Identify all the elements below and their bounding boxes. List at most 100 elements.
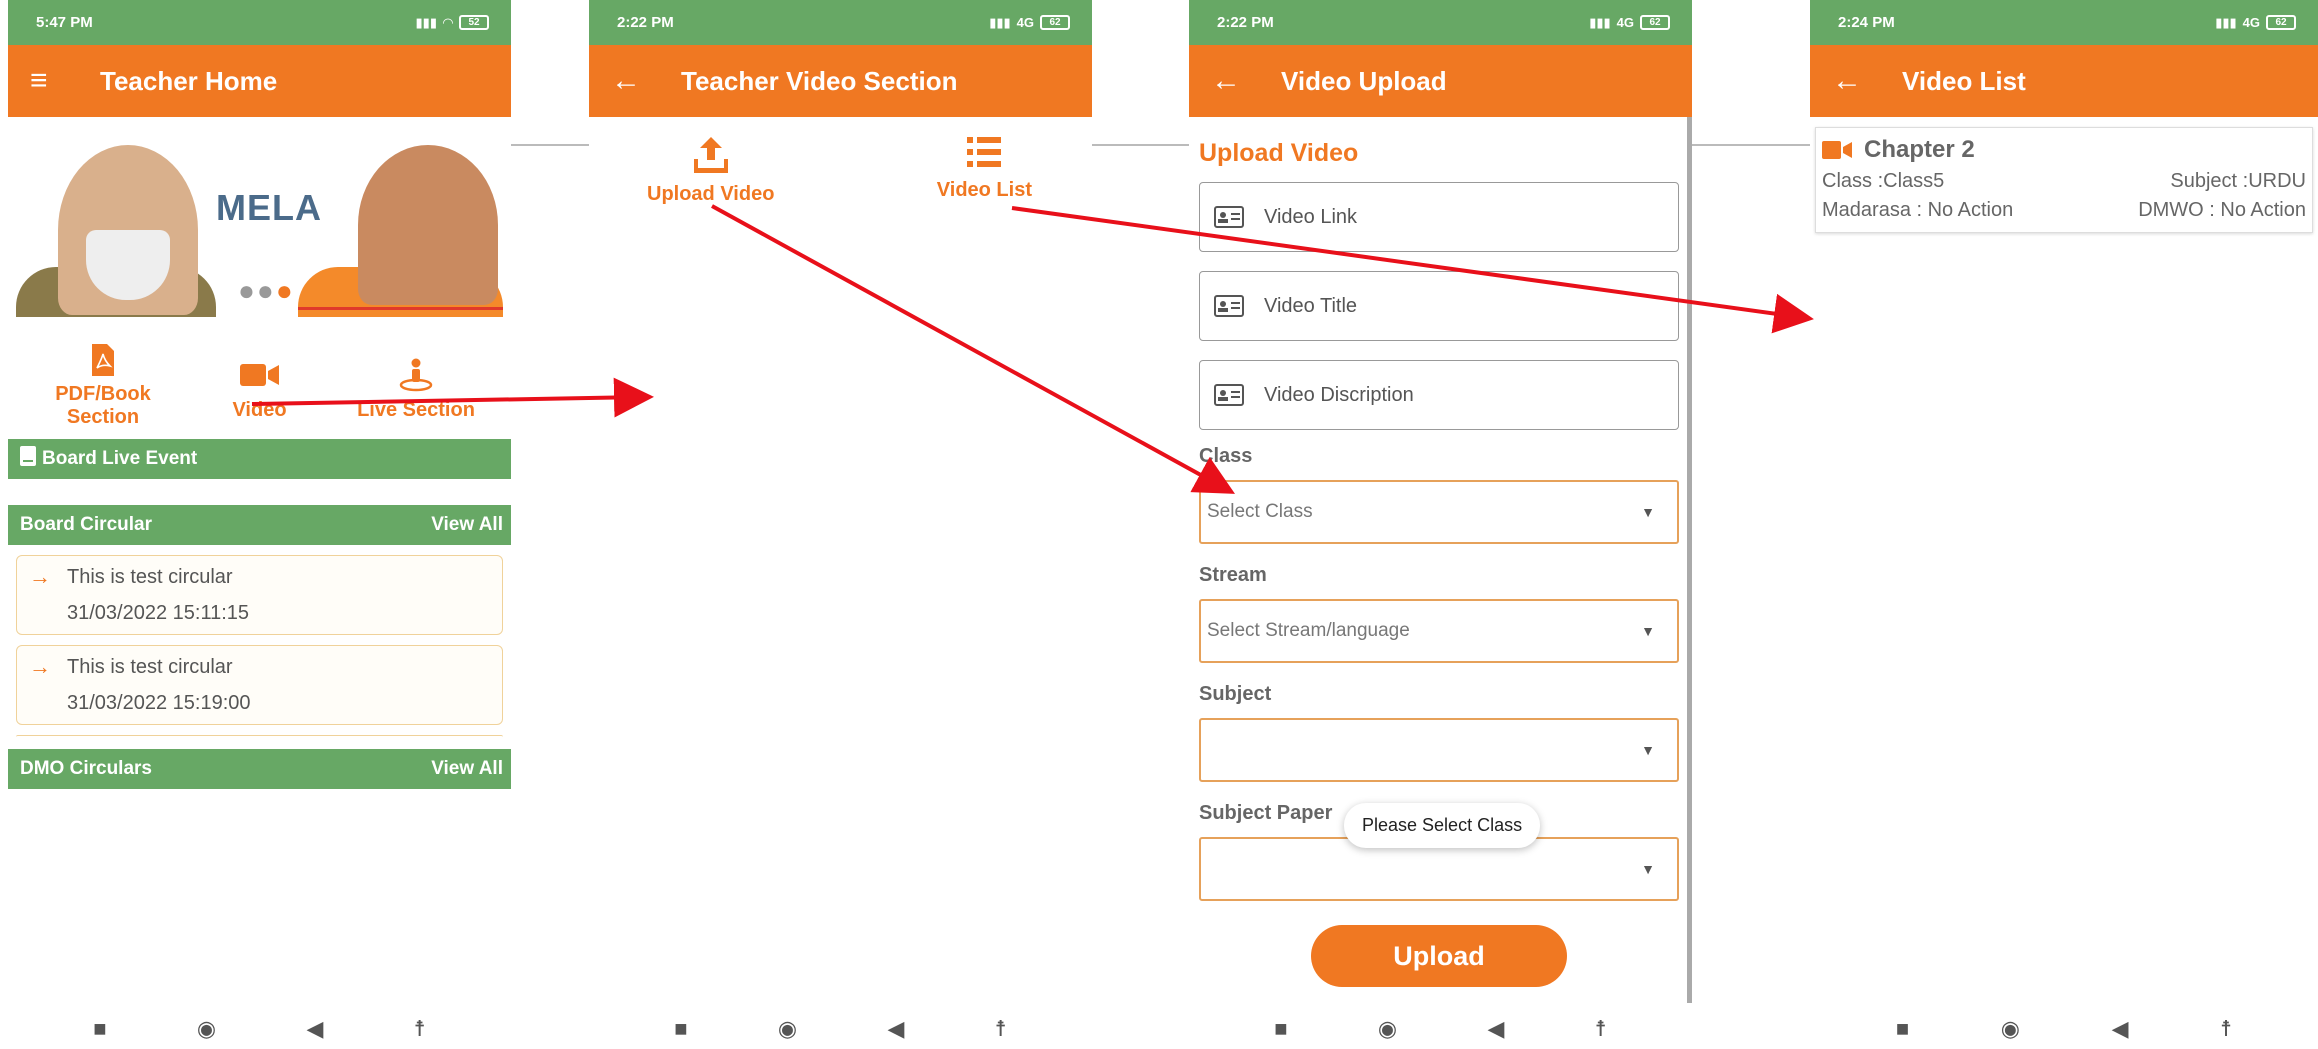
recents-icon[interactable]: ■ [674, 1016, 687, 1042]
app-bar: ≡ Teacher Home [8, 45, 511, 117]
app-bar: ← Teacher Video Section [589, 45, 1092, 117]
accessibility-icon[interactable]: ☨ [2220, 1016, 2232, 1042]
upload-video-button[interactable]: Upload Video [647, 137, 774, 206]
circular-title: This is test circular [67, 565, 233, 588]
pdf-icon [90, 337, 116, 383]
page-title: Teacher Video Section [681, 65, 958, 96]
recents-icon[interactable]: ■ [93, 1016, 106, 1042]
home-icon[interactable]: ◉ [197, 1016, 216, 1042]
home-icon[interactable]: ◉ [1378, 1016, 1397, 1042]
live-section-button[interactable]: Live Section [341, 337, 491, 429]
app-bar: ← Video List [1810, 45, 2318, 117]
battery-icon: 52 [459, 15, 489, 30]
upload-button[interactable]: Upload [1311, 925, 1567, 987]
video-label: Video [232, 399, 287, 421]
recents-icon[interactable]: ■ [1896, 1016, 1909, 1042]
stream-label: Stream [1199, 564, 1267, 586]
board-circular-title: Board Circular [20, 514, 152, 535]
status-time: 2:22 PM [617, 14, 674, 31]
screen-teacher-video-section: 2:22 PM ▮▮▮ 4G 62 ← Teacher Video Sectio… [589, 0, 1092, 1049]
board-live-event-label: Board Live Event [42, 448, 198, 469]
home-menu: PDF/Book Section Video Live Section [8, 317, 511, 429]
status-bar: 2:22 PM ▮▮▮ 4G 62 [589, 0, 1092, 45]
id-card-icon [1214, 384, 1264, 406]
accessibility-icon[interactable]: ☨ [995, 1016, 1007, 1042]
board-live-event-bar[interactable]: Board Live Event [8, 439, 511, 479]
video-list-item[interactable]: Chapter 2 Class :Class5 Subject :URDU Ma… [1815, 127, 2313, 233]
system-nav-bar: ■ ◉ ◀ ☨ [589, 1009, 1092, 1049]
home-icon[interactable]: ◉ [2001, 1016, 2020, 1042]
form-heading: Upload Video [1199, 139, 1359, 167]
video-button[interactable]: Video [185, 337, 335, 429]
subject-select[interactable]: ▼ [1199, 718, 1679, 782]
dmo-circulars-header: DMO Circulars View All [8, 749, 511, 789]
back-icon[interactable]: ◀ [2112, 1016, 2129, 1042]
video-description-field[interactable]: Video Discription [1199, 360, 1679, 430]
circular-card[interactable]: → This is test circular 31/03/2022 15:19… [16, 645, 503, 725]
accessibility-icon[interactable]: ☨ [1595, 1016, 1607, 1042]
status-icons: ▮▮▮ ◠ 52 [416, 15, 489, 31]
video-name: Chapter 2 [1864, 136, 1975, 163]
circular-title: This is test circular [67, 655, 233, 678]
class-select-value: Select Class [1207, 501, 1313, 522]
portrait-left-image [58, 145, 198, 315]
video-link-placeholder: Video Link [1264, 205, 1358, 228]
view-all-link[interactable]: View All [431, 514, 503, 536]
battery-icon: 62 [1640, 15, 1670, 30]
book-icon [20, 446, 36, 472]
status-bar: 2:22 PM ▮▮▮ 4G 62 [1189, 0, 1692, 45]
signal-icon: ▮▮▮ [2215, 14, 2237, 30]
video-class: Class :Class5 [1822, 170, 1945, 192]
arrow-right-icon: → [29, 564, 51, 589]
upload-video-label: Upload Video [647, 183, 775, 205]
status-icons: ▮▮▮ 4G 62 [989, 15, 1070, 31]
back-arrow-icon[interactable]: ← [1211, 66, 1281, 96]
page-title: Video Upload [1281, 65, 1447, 96]
back-icon[interactable]: ◀ [887, 1016, 904, 1042]
arrow-right-icon: → [29, 654, 51, 679]
circular-card[interactable]: → This is test circular 31/03/2022 15:11… [16, 555, 503, 635]
status-bar: 2:24 PM ▮▮▮ 4G 62 [1810, 0, 2318, 45]
video-camera-icon [239, 351, 280, 399]
video-subject: Subject :URDU [2170, 170, 2306, 192]
back-arrow-icon[interactable]: ← [611, 66, 681, 96]
accessibility-icon[interactable]: ☨ [414, 1016, 426, 1042]
banner-carousel[interactable]: MELA ●●● [8, 117, 511, 317]
circular-date: 31/03/2022 15:19:00 [67, 692, 251, 714]
home-icon[interactable]: ◉ [778, 1016, 797, 1042]
portrait-right-image [358, 145, 498, 305]
back-icon[interactable]: ◀ [306, 1016, 323, 1042]
status-bar: 5:47 PM ▮▮▮ ◠ 52 [8, 0, 511, 45]
back-icon[interactable]: ◀ [1487, 1016, 1504, 1042]
status-time: 2:22 PM [1217, 14, 1274, 31]
battery-icon: 62 [1040, 15, 1070, 30]
recents-icon[interactable]: ■ [1274, 1016, 1287, 1042]
status-icons: ▮▮▮ 4G 62 [2215, 15, 2296, 31]
back-arrow-icon[interactable]: ← [1832, 66, 1902, 96]
divider-line [1692, 144, 1810, 146]
divider-line [1092, 144, 1189, 146]
video-list-label: Video List [936, 179, 1032, 201]
video-dmwo-status: DMWO : No Action [2138, 199, 2306, 221]
circular-date: 31/03/2022 15:11:15 [67, 602, 250, 624]
class-select[interactable]: Select Class ▼ [1199, 480, 1679, 544]
video-title-field[interactable]: Video Title [1199, 271, 1679, 341]
dmo-circulars-title: DMO Circulars [20, 758, 152, 779]
video-section-menu: Upload Video Video List [589, 117, 1092, 206]
divider-line [511, 144, 589, 146]
dropdown-caret-icon: ▼ [1641, 504, 1655, 520]
wifi-icon: ◠ [443, 14, 453, 30]
screen-teacher-home: 5:47 PM ▮▮▮ ◠ 52 ≡ Teacher Home MELA ●●●… [8, 0, 511, 1049]
live-section-label: Live Section [357, 399, 475, 421]
view-all-link[interactable]: View All [431, 758, 503, 780]
video-list-button[interactable]: Video List [937, 137, 1032, 206]
stream-select[interactable]: Select Stream/language ▼ [1199, 599, 1679, 663]
pdf-book-section-button[interactable]: PDF/Book Section [28, 337, 178, 429]
video-link-field[interactable]: Video Link [1199, 182, 1679, 252]
circular-card-partial [16, 735, 503, 739]
signal-icon: ▮▮▮ [415, 14, 437, 30]
upload-icon [693, 137, 728, 179]
menu-icon[interactable]: ≡ [30, 66, 100, 96]
network-label: 4G [1616, 15, 1634, 30]
network-label: 4G [2242, 15, 2260, 30]
